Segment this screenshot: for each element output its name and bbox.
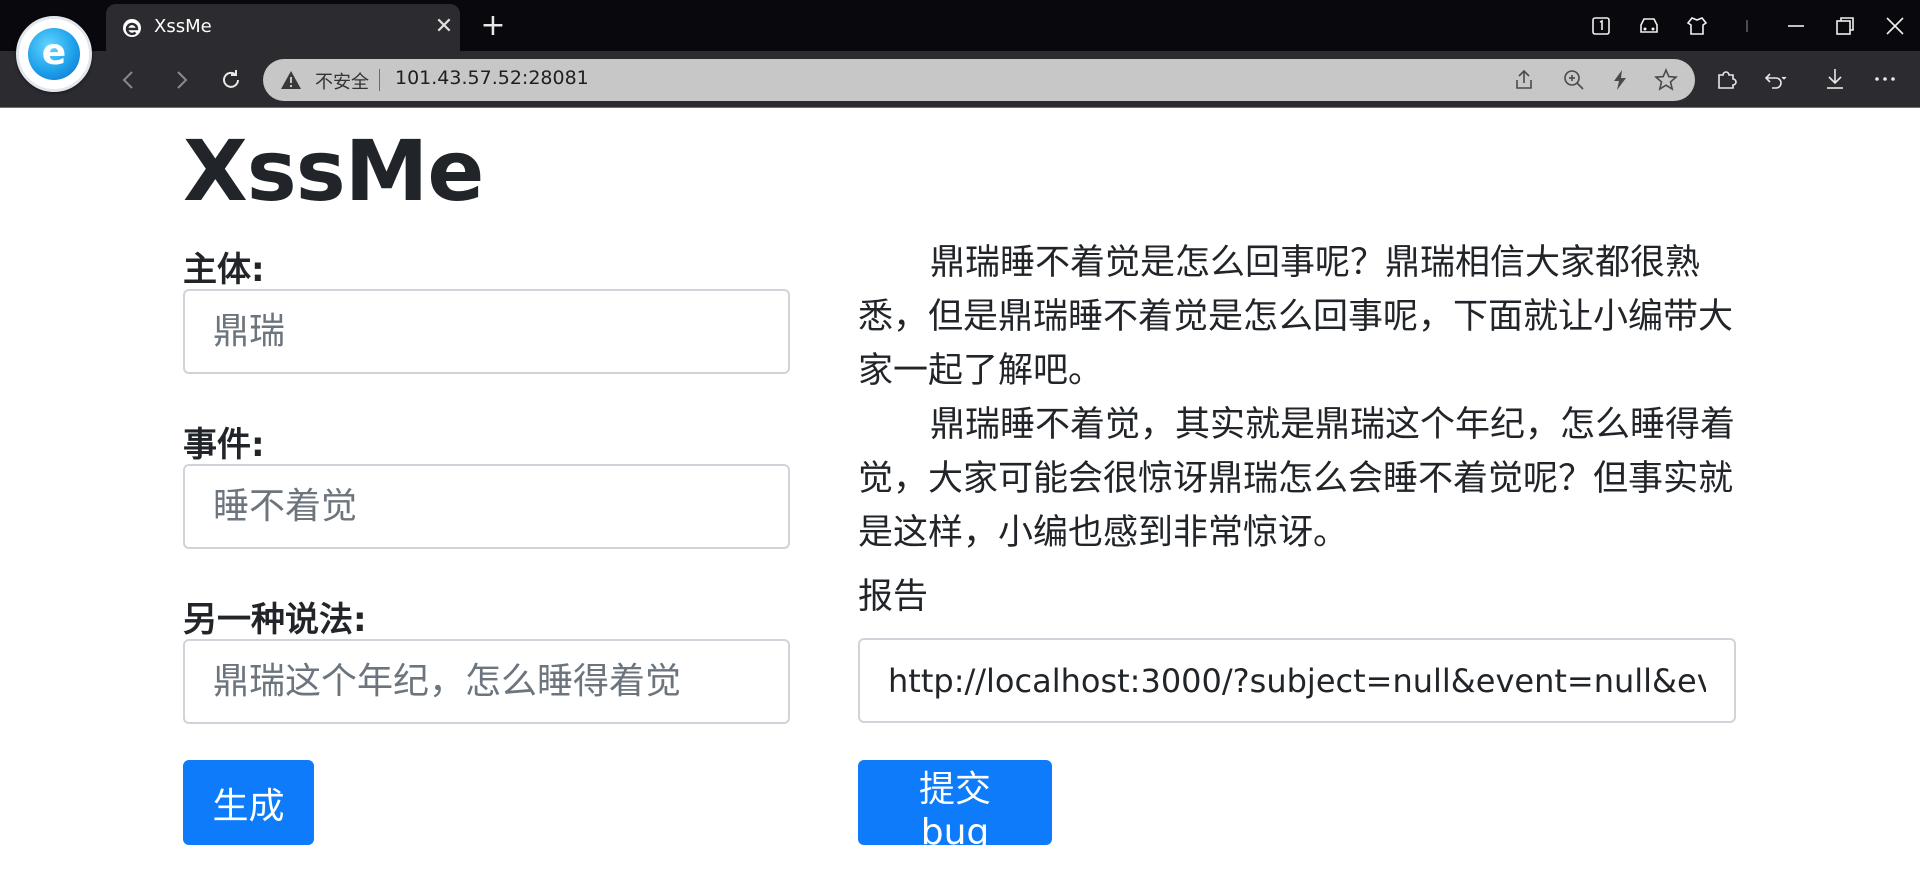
lightning-icon[interactable] xyxy=(1607,67,1633,93)
insecure-label[interactable]: 不安全 xyxy=(315,68,369,94)
report-url-input[interactable] xyxy=(858,638,1736,723)
tab-title: XssMe xyxy=(154,16,212,37)
story-paragraph: 鼎瑞睡不着觉是怎么回事呢？鼎瑞相信大家都很熟悉，但是鼎瑞睡不着觉是怎么回事呢，下… xyxy=(858,243,1734,391)
tab-close-icon[interactable]: ✕ xyxy=(432,12,456,42)
event-label: 事件: xyxy=(183,425,265,465)
toolbar-divider xyxy=(0,107,1920,108)
back-icon[interactable] xyxy=(112,63,146,97)
alt-saying-label: 另一种说法: xyxy=(183,600,367,640)
titlebar-divider xyxy=(1734,13,1760,39)
zoom-icon[interactable] xyxy=(1561,67,1587,93)
undo-icon[interactable] xyxy=(1762,66,1790,94)
url-text[interactable]: 101.43.57.52:28081 xyxy=(395,67,589,89)
favorite-star-icon[interactable] xyxy=(1653,67,1679,93)
address-bar[interactable]: 不安全 101.43.57.52:28081 xyxy=(263,59,1695,101)
tab-actions-icon[interactable] xyxy=(1588,13,1614,39)
page-title: XssMe xyxy=(183,122,484,220)
more-icon[interactable] xyxy=(1872,66,1900,94)
new-tab-icon[interactable]: + xyxy=(478,8,508,44)
subject-label: 主体: xyxy=(183,250,265,290)
alt-saying-input[interactable] xyxy=(183,639,790,724)
restore-icon[interactable] xyxy=(1832,13,1858,39)
browser-tab[interactable]: XssMe ✕ xyxy=(106,4,460,51)
story-paragraph: 鼎瑞睡不着觉，其实就是鼎瑞这个年纪，怎么睡得着觉，大家可能会很惊讶鼎瑞怎么会睡不… xyxy=(858,405,1736,553)
shirt-icon[interactable] xyxy=(1684,13,1710,39)
share-icon[interactable] xyxy=(1511,67,1537,93)
event-input[interactable] xyxy=(183,464,790,549)
warning-icon xyxy=(281,71,301,89)
close-icon[interactable] xyxy=(1882,13,1908,39)
generated-story: 鼎瑞睡不着觉是怎么回事呢？鼎瑞相信大家都很熟悉，但是鼎瑞睡不着觉是怎么回事呢，下… xyxy=(858,236,1738,560)
collections-icon[interactable] xyxy=(1636,13,1662,39)
address-divider xyxy=(379,69,380,91)
submit-bug-button[interactable]: 提交bug xyxy=(858,760,1052,853)
subject-input[interactable] xyxy=(183,289,790,374)
download-icon[interactable] xyxy=(1822,66,1850,94)
browser-toolbar: 不安全 101.43.57.52:28081 xyxy=(0,51,1920,108)
minimize-icon[interactable] xyxy=(1783,13,1809,39)
generate-button[interactable]: 生成 xyxy=(183,760,314,845)
report-label: 报告 xyxy=(858,577,929,617)
extensions-icon[interactable] xyxy=(1713,66,1741,94)
browser-titlebar: XssMe ✕ + xyxy=(0,0,1920,51)
forward-icon[interactable] xyxy=(164,63,198,97)
browser-favicon-icon xyxy=(123,19,141,37)
refresh-icon[interactable] xyxy=(214,63,248,97)
browser-logo-icon: e xyxy=(16,16,92,92)
